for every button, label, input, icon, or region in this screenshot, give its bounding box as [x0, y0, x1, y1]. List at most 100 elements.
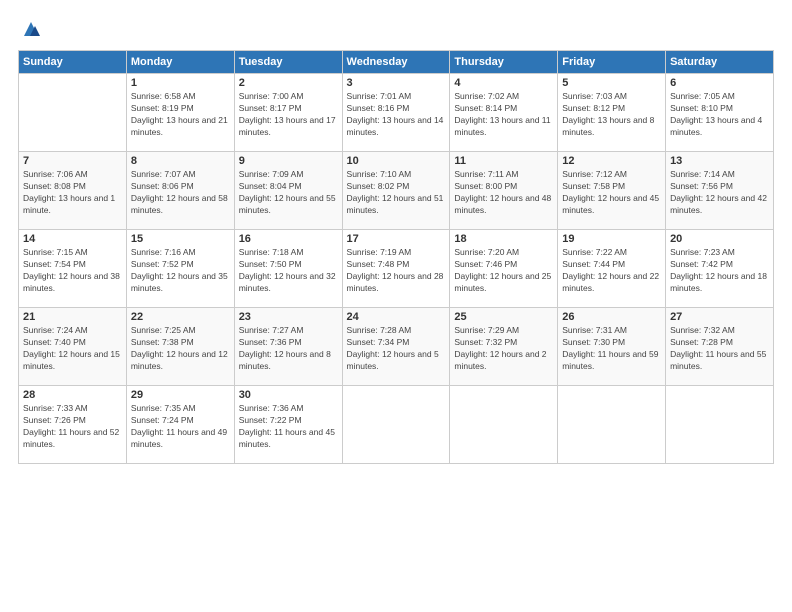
week-row-5: 28 Sunrise: 7:33 AMSunset: 7:26 PMDayligh… [19, 386, 774, 464]
day-number: 14 [23, 233, 122, 245]
day-number: 7 [23, 155, 122, 167]
day-info: Sunrise: 7:00 AMSunset: 8:17 PMDaylight:… [239, 91, 338, 139]
calendar-cell: 25 Sunrise: 7:29 AMSunset: 7:32 PMDayligh… [450, 308, 558, 386]
day-info: Sunrise: 7:10 AMSunset: 8:02 PMDaylight:… [347, 169, 446, 217]
calendar-cell: 20 Sunrise: 7:23 AMSunset: 7:42 PMDayligh… [666, 230, 774, 308]
calendar-cell: 28 Sunrise: 7:33 AMSunset: 7:26 PMDayligh… [19, 386, 127, 464]
day-number: 12 [562, 155, 661, 167]
calendar-cell: 7 Sunrise: 7:06 AMSunset: 8:08 PMDaylight… [19, 152, 127, 230]
calendar-table: SundayMondayTuesdayWednesdayThursdayFrid… [18, 50, 774, 464]
day-info: Sunrise: 7:23 AMSunset: 7:42 PMDaylight:… [670, 247, 769, 295]
day-number: 30 [239, 389, 338, 401]
day-info: Sunrise: 7:19 AMSunset: 7:48 PMDaylight:… [347, 247, 446, 295]
day-number: 21 [23, 311, 122, 323]
day-number: 9 [239, 155, 338, 167]
calendar-cell: 19 Sunrise: 7:22 AMSunset: 7:44 PMDayligh… [558, 230, 666, 308]
day-number: 23 [239, 311, 338, 323]
day-info: Sunrise: 7:05 AMSunset: 8:10 PMDaylight:… [670, 91, 769, 139]
day-number: 11 [454, 155, 553, 167]
calendar-cell: 26 Sunrise: 7:31 AMSunset: 7:30 PMDayligh… [558, 308, 666, 386]
day-number: 3 [347, 77, 446, 89]
week-row-3: 14 Sunrise: 7:15 AMSunset: 7:54 PMDayligh… [19, 230, 774, 308]
calendar-cell: 17 Sunrise: 7:19 AMSunset: 7:48 PMDayligh… [342, 230, 450, 308]
calendar-cell: 5Sunrise: 7:03 AMSunset: 8:12 PMDaylight… [558, 74, 666, 152]
day-number: 1 [131, 77, 230, 89]
day-number: 20 [670, 233, 769, 245]
column-header-tuesday: Tuesday [234, 51, 342, 74]
day-info: Sunrise: 7:31 AMSunset: 7:30 PMDaylight:… [562, 325, 661, 373]
day-number: 2 [239, 77, 338, 89]
calendar-cell [19, 74, 127, 152]
day-number: 24 [347, 311, 446, 323]
day-number: 28 [23, 389, 122, 401]
calendar-cell: 10 Sunrise: 7:10 AMSunset: 8:02 PMDayligh… [342, 152, 450, 230]
page: SundayMondayTuesdayWednesdayThursdayFrid… [0, 0, 792, 612]
header [18, 18, 774, 40]
calendar-cell: 9 Sunrise: 7:09 AMSunset: 8:04 PMDaylight… [234, 152, 342, 230]
calendar-cell: 22Sunrise: 7:25 AMSunset: 7:38 PMDayligh… [126, 308, 234, 386]
day-info: Sunrise: 7:06 AMSunset: 8:08 PMDaylight:… [23, 169, 122, 217]
column-header-wednesday: Wednesday [342, 51, 450, 74]
day-info: Sunrise: 7:14 AMSunset: 7:56 PMDaylight:… [670, 169, 769, 217]
day-number: 16 [239, 233, 338, 245]
day-number: 25 [454, 311, 553, 323]
day-number: 27 [670, 311, 769, 323]
day-info: Sunrise: 7:15 AMSunset: 7:54 PMDaylight:… [23, 247, 122, 295]
day-info: Sunrise: 7:09 AMSunset: 8:04 PMDaylight:… [239, 169, 338, 217]
day-number: 22 [131, 311, 230, 323]
calendar-cell: 30 Sunrise: 7:36 AMSunset: 7:22 PMDayligh… [234, 386, 342, 464]
day-info: Sunrise: 6:58 AMSunset: 8:19 PMDaylight:… [131, 91, 230, 139]
day-info: Sunrise: 7:27 AMSunset: 7:36 PMDaylight:… [239, 325, 338, 373]
calendar-cell [558, 386, 666, 464]
day-info: Sunrise: 7:29 AMSunset: 7:32 PMDaylight:… [454, 325, 553, 373]
calendar-cell [666, 386, 774, 464]
calendar-cell: 29Sunrise: 7:35 AMSunset: 7:24 PMDayligh… [126, 386, 234, 464]
calendar-cell: 24 Sunrise: 7:28 AMSunset: 7:34 PMDayligh… [342, 308, 450, 386]
column-header-friday: Friday [558, 51, 666, 74]
calendar-cell: 15Sunrise: 7:16 AMSunset: 7:52 PMDayligh… [126, 230, 234, 308]
day-number: 10 [347, 155, 446, 167]
calendar-cell: 3 Sunrise: 7:01 AMSunset: 8:16 PMDaylight… [342, 74, 450, 152]
day-info: Sunrise: 7:07 AMSunset: 8:06 PMDaylight:… [131, 169, 230, 217]
week-row-1: 1 Sunrise: 6:58 AMSunset: 8:19 PMDaylight… [19, 74, 774, 152]
day-info: Sunrise: 7:18 AMSunset: 7:50 PMDaylight:… [239, 247, 338, 295]
calendar-cell: 13 Sunrise: 7:14 AMSunset: 7:56 PMDayligh… [666, 152, 774, 230]
column-header-saturday: Saturday [666, 51, 774, 74]
column-header-sunday: Sunday [19, 51, 127, 74]
day-info: Sunrise: 7:12 AMSunset: 7:58 PMDaylight:… [562, 169, 661, 217]
header-row: SundayMondayTuesdayWednesdayThursdayFrid… [19, 51, 774, 74]
day-info: Sunrise: 7:36 AMSunset: 7:22 PMDaylight:… [239, 403, 338, 451]
day-info: Sunrise: 7:11 AMSunset: 8:00 PMDaylight:… [454, 169, 553, 217]
calendar-cell: 6 Sunrise: 7:05 AMSunset: 8:10 PMDaylight… [666, 74, 774, 152]
day-number: 4 [454, 77, 553, 89]
day-number: 29 [131, 389, 230, 401]
day-number: 6 [670, 77, 769, 89]
day-info: Sunrise: 7:16 AMSunset: 7:52 PMDaylight:… [131, 247, 230, 295]
column-header-thursday: Thursday [450, 51, 558, 74]
calendar-cell [450, 386, 558, 464]
calendar-cell: 8Sunrise: 7:07 AMSunset: 8:06 PMDaylight… [126, 152, 234, 230]
calendar-cell: 14 Sunrise: 7:15 AMSunset: 7:54 PMDayligh… [19, 230, 127, 308]
day-number: 13 [670, 155, 769, 167]
day-number: 18 [454, 233, 553, 245]
calendar-cell [342, 386, 450, 464]
day-info: Sunrise: 7:33 AMSunset: 7:26 PMDaylight:… [23, 403, 122, 451]
day-info: Sunrise: 7:02 AMSunset: 8:14 PMDaylight:… [454, 91, 553, 139]
calendar-cell: 2 Sunrise: 7:00 AMSunset: 8:17 PMDaylight… [234, 74, 342, 152]
day-number: 17 [347, 233, 446, 245]
day-info: Sunrise: 7:20 AMSunset: 7:46 PMDaylight:… [454, 247, 553, 295]
calendar-cell: 21 Sunrise: 7:24 AMSunset: 7:40 PMDayligh… [19, 308, 127, 386]
column-header-monday: Monday [126, 51, 234, 74]
calendar-cell: 4 Sunrise: 7:02 AMSunset: 8:14 PMDaylight… [450, 74, 558, 152]
week-row-2: 7 Sunrise: 7:06 AMSunset: 8:08 PMDaylight… [19, 152, 774, 230]
day-info: Sunrise: 7:22 AMSunset: 7:44 PMDaylight:… [562, 247, 661, 295]
day-info: Sunrise: 7:28 AMSunset: 7:34 PMDaylight:… [347, 325, 446, 373]
day-number: 19 [562, 233, 661, 245]
calendar-cell: 18 Sunrise: 7:20 AMSunset: 7:46 PMDayligh… [450, 230, 558, 308]
calendar-cell: 12 Sunrise: 7:12 AMSunset: 7:58 PMDayligh… [558, 152, 666, 230]
day-info: Sunrise: 7:01 AMSunset: 8:16 PMDaylight:… [347, 91, 446, 139]
calendar-cell: 16 Sunrise: 7:18 AMSunset: 7:50 PMDayligh… [234, 230, 342, 308]
day-info: Sunrise: 7:24 AMSunset: 7:40 PMDaylight:… [23, 325, 122, 373]
calendar-cell: 11 Sunrise: 7:11 AMSunset: 8:00 PMDayligh… [450, 152, 558, 230]
day-number: 26 [562, 311, 661, 323]
